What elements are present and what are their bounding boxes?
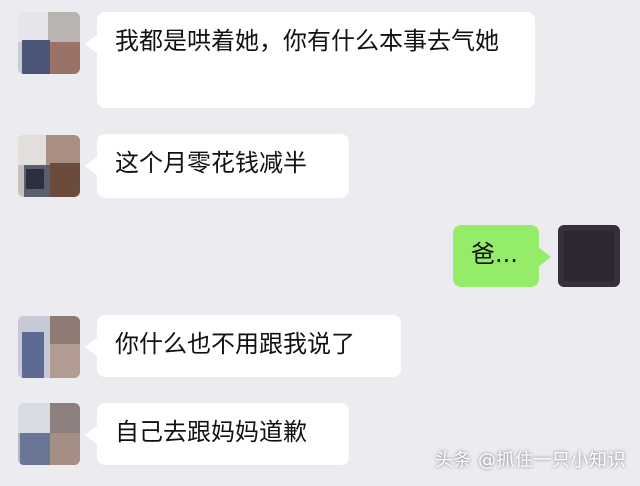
self-avatar[interactable] [558,225,620,287]
incoming-message[interactable]: 自己去跟妈妈道歉 [85,403,349,465]
outgoing-message[interactable]: 爸... [453,225,551,287]
incoming-message[interactable]: 这个月零花钱减半 [85,134,349,198]
incoming-message[interactable]: 你什么也不用跟我说了 [85,315,401,377]
chat-conversation: 我都是哄着她，你有什么本事去气她 这个月零花钱减半 爸... 你什么也不用跟我说… [0,0,640,486]
contact-avatar[interactable] [18,403,80,465]
incoming-message[interactable]: 我都是哄着她，你有什么本事去气她 [85,12,535,108]
message-text: 你什么也不用跟我说了 [115,330,355,358]
message-text: 我都是哄着她，你有什么本事去气她 [115,27,499,55]
contact-avatar[interactable] [18,316,80,378]
contact-avatar[interactable] [18,12,80,74]
watermark: 头条 @抓住一只小知识 [434,450,626,471]
message-text: 这个月零花钱减半 [115,149,307,177]
message-text: 爸... [471,240,518,268]
message-text: 自己去跟妈妈道歉 [115,418,307,446]
contact-avatar[interactable] [18,135,80,197]
